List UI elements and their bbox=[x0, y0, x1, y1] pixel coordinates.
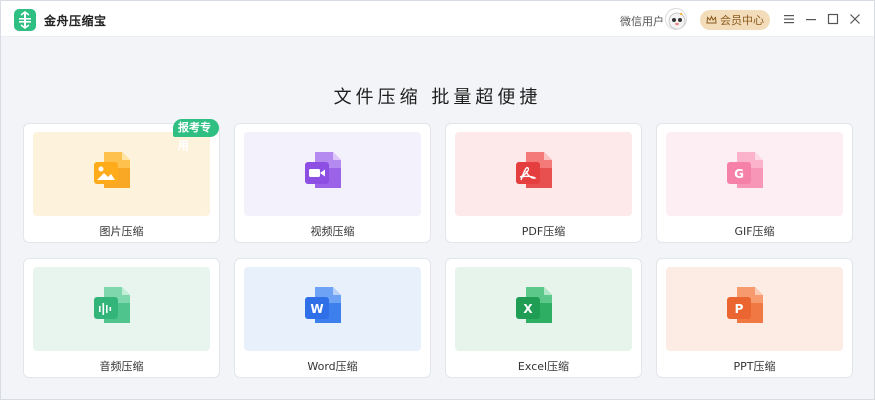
vip-center-label: 会员中心 bbox=[720, 14, 764, 27]
title-bar: 金舟压缩宝 微信用户 会员中心 bbox=[1, 1, 874, 37]
app-window: 金舟压缩宝 微信用户 会员中心 文件压缩 批量超便捷 图片压缩 报考专用 视频压… bbox=[0, 0, 875, 400]
app-title: 金舟压缩宝 bbox=[44, 14, 107, 28]
maximize-button[interactable] bbox=[825, 11, 841, 27]
card-label: PPT压缩 bbox=[733, 360, 776, 373]
close-button[interactable] bbox=[847, 11, 863, 27]
svg-text:X: X bbox=[523, 302, 533, 316]
image-file-icon bbox=[94, 152, 130, 188]
card-pdf-compress[interactable]: PDF压缩 bbox=[445, 123, 642, 243]
video-file-icon bbox=[305, 152, 341, 188]
svg-text:G: G bbox=[734, 167, 744, 181]
card-gif-compress[interactable]: G GIF压缩 bbox=[656, 123, 853, 243]
vip-center-button[interactable]: 会员中心 bbox=[700, 10, 770, 30]
maximize-icon bbox=[827, 13, 839, 25]
exam-badge: 报考专用 bbox=[173, 119, 219, 152]
card-label: PDF压缩 bbox=[521, 225, 566, 238]
minimize-icon bbox=[806, 19, 816, 21]
card-excel-compress[interactable]: X Excel压缩 bbox=[445, 258, 642, 378]
user-name[interactable]: 微信用户 bbox=[620, 13, 664, 29]
card-label: GIF压缩 bbox=[734, 225, 775, 238]
card-video-compress[interactable]: 视频压缩 bbox=[234, 123, 431, 243]
crown-icon bbox=[706, 15, 717, 24]
card-audio-compress[interactable]: 音频压缩 bbox=[23, 258, 220, 378]
avatar-icon bbox=[668, 12, 686, 29]
minimize-button[interactable] bbox=[803, 11, 819, 27]
avatar[interactable] bbox=[665, 8, 687, 30]
card-label: Excel压缩 bbox=[517, 360, 570, 373]
card-label: 视频压缩 bbox=[310, 225, 355, 238]
pdf-file-icon bbox=[516, 152, 552, 188]
card-label: Word压缩 bbox=[307, 360, 358, 373]
app-logo-icon bbox=[14, 9, 36, 31]
audio-file-icon bbox=[94, 287, 130, 323]
card-label: 图片压缩 bbox=[99, 225, 144, 238]
card-word-compress[interactable]: W Word压缩 bbox=[234, 258, 431, 378]
card-ppt-compress[interactable]: P PPT压缩 bbox=[656, 258, 853, 378]
close-icon bbox=[850, 14, 860, 24]
svg-text:W: W bbox=[310, 302, 323, 316]
svg-text:P: P bbox=[735, 302, 744, 316]
card-label: 音频压缩 bbox=[99, 360, 144, 373]
word-file-icon: W bbox=[305, 287, 341, 323]
hamburger-icon bbox=[784, 15, 794, 24]
ppt-file-icon: P bbox=[727, 287, 763, 323]
excel-file-icon: X bbox=[516, 287, 552, 323]
card-image-compress[interactable]: 图片压缩 报考专用 bbox=[23, 119, 220, 243]
menu-button[interactable] bbox=[781, 11, 797, 27]
page-headline: 文件压缩 批量超便捷 bbox=[333, 87, 542, 108]
gif-file-icon: G bbox=[727, 152, 763, 188]
